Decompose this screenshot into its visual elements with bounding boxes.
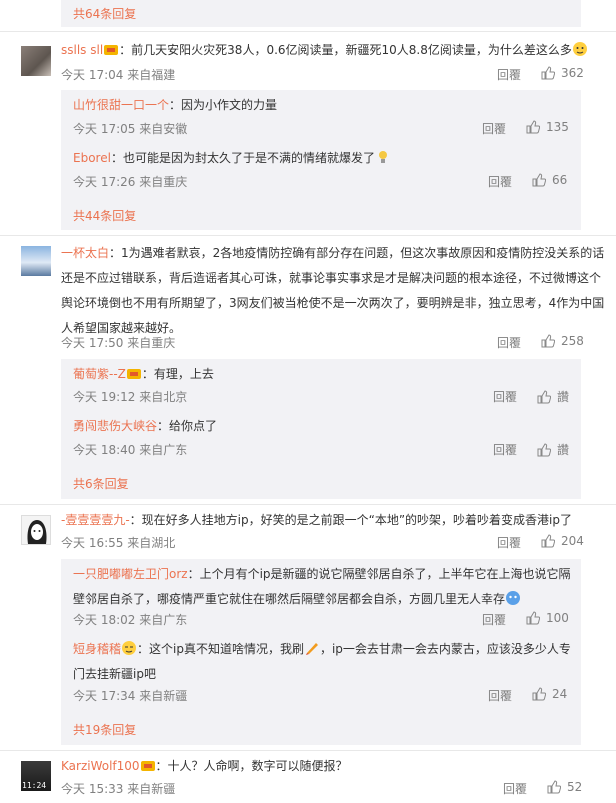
- reply-time: 今天 17:26 来自重庆: [73, 175, 188, 189]
- reply-time: 今天 17:34 来自新疆: [73, 689, 188, 703]
- like-count: 24: [552, 687, 568, 701]
- like-label: 讚: [557, 443, 570, 457]
- avatar[interactable]: [21, 246, 51, 276]
- comment-time: 今天 16:55 来自湖北: [61, 536, 176, 550]
- more-replies-link[interactable]: 共19条回复: [73, 721, 136, 738]
- reply-button[interactable]: 回覆: [497, 334, 521, 351]
- thumb-up-icon: [532, 687, 546, 701]
- like-button[interactable]: 258: [541, 334, 584, 348]
- reply-time: 今天 18:40 来自广东: [73, 443, 188, 457]
- thumb-up-icon: [541, 334, 555, 348]
- thumb-up-icon: [532, 173, 546, 187]
- comment-username[interactable]: -壹壹壹壹九-: [61, 513, 130, 527]
- avatar-timestamp: 11:24: [22, 781, 47, 790]
- reply-username[interactable]: 葡萄紫--Z: [73, 367, 126, 381]
- avatar[interactable]: [21, 515, 51, 545]
- comment-username[interactable]: 一杯太白: [61, 246, 109, 260]
- like-count: 135: [546, 120, 569, 134]
- divider: [0, 31, 616, 32]
- reply-button[interactable]: 回覆: [497, 534, 521, 551]
- comment-time: 今天 17:04 来自福建: [61, 68, 176, 82]
- reply-time: 今天 17:05 来自安徽: [73, 122, 188, 136]
- reply-button[interactable]: 回覆: [482, 611, 506, 628]
- comment-username[interactable]: KarziWolf100: [61, 759, 140, 773]
- comment-username[interactable]: sslls sll: [61, 43, 103, 57]
- reply-box-top: [61, 0, 581, 27]
- emoji-icon: [572, 42, 587, 56]
- like-count: 204: [561, 534, 584, 548]
- reply-time: 今天 19:12 来自北京: [73, 390, 188, 404]
- thumb-up-icon: [547, 780, 561, 794]
- emoji-icon: [305, 643, 318, 655]
- reply-username[interactable]: 勇闯悲伤大峡谷: [73, 419, 157, 433]
- comment-text: sslls sll ：前几天安阳火灾死38人，0.6亿阅读量，新疆死10人8.8亿…: [61, 38, 606, 63]
- like-button[interactable]: 52: [547, 780, 582, 794]
- thumb-up-icon: [537, 389, 551, 403]
- avatar[interactable]: 11:24: [21, 761, 51, 791]
- more-replies-link[interactable]: 共64条回复: [73, 5, 136, 22]
- like-count: 362: [561, 66, 584, 80]
- avatar-drawing: [27, 520, 47, 544]
- emoji-icon: [378, 151, 387, 163]
- thumb-up-icon: [541, 534, 555, 548]
- reply-button[interactable]: 回覆: [493, 441, 517, 458]
- reply-button[interactable]: 回覆: [503, 780, 527, 797]
- thumb-up-icon: [541, 66, 555, 80]
- reply-button[interactable]: 回覆: [488, 173, 512, 190]
- like-button[interactable]: 135: [526, 120, 569, 134]
- like-count: 52: [567, 780, 583, 794]
- like-button[interactable]: 24: [532, 687, 567, 701]
- comment-text: 一杯太白：1为遇难者默哀，2各地疫情防控确有部分存在问题，但这次事故原因和疫情防…: [61, 246, 605, 335]
- reply-button[interactable]: 回覆: [488, 687, 512, 704]
- reply-text: 一只肥嘟嘟左卫门orz：上个月有个ip是新疆的说它隔壁邻居自杀了，上半年它在上海…: [73, 567, 571, 606]
- vip-badge-icon: [104, 45, 119, 55]
- vip-badge-icon: [140, 761, 155, 771]
- comment-time: 今天 17:50 来自重庆: [61, 336, 176, 350]
- more-replies-link[interactable]: 共6条回复: [73, 475, 129, 492]
- reply-text: 山竹很甜一口一个：因为小作文的力量: [73, 98, 278, 112]
- reply-username[interactable]: Eborel: [73, 151, 111, 165]
- reply-username[interactable]: 一只肥嘟嘟左卫门orz: [73, 567, 188, 581]
- emoji-icon: [506, 591, 521, 605]
- reply-text: 葡萄紫--Z ：有理，上去: [73, 367, 214, 381]
- vip-badge-icon: [126, 369, 141, 379]
- comment-time: 今天 15:33 来自新疆: [61, 782, 176, 796]
- avatar[interactable]: [21, 46, 51, 76]
- divider: [0, 235, 616, 236]
- reply-username[interactable]: 山竹很甜一口一个: [73, 98, 169, 112]
- reply-text: Eborel：也可能是因为封太久了于是不满的情绪就爆发了: [73, 146, 573, 171]
- like-count: 66: [552, 173, 568, 187]
- emoji-icon: [122, 641, 137, 655]
- reply-text: 短身稽稽 ：这个ip真不知道啥情况，我刷 ，ip一会去甘肃一会去内蒙古，应该没多少人…: [73, 641, 571, 681]
- thumb-up-icon: [526, 611, 540, 625]
- divider: [0, 504, 616, 505]
- reply-button[interactable]: 回覆: [497, 66, 521, 83]
- comment-text: KarziWolf100 ：十人？人命啊，数字可以随便报？: [61, 759, 348, 773]
- reply-button[interactable]: 回覆: [493, 388, 517, 405]
- thumb-up-icon: [526, 120, 540, 134]
- reply-time: 今天 18:02 来自广东: [73, 613, 188, 627]
- like-label: 讚: [557, 390, 570, 404]
- more-replies-link[interactable]: 共44条回复: [73, 207, 136, 224]
- reply-username[interactable]: 短身稽稽: [73, 642, 121, 656]
- like-button[interactable]: 讚: [537, 441, 569, 458]
- like-button[interactable]: 讚: [537, 388, 569, 405]
- reply-button[interactable]: 回覆: [482, 120, 506, 137]
- like-count: 100: [546, 611, 569, 625]
- like-button[interactable]: 204: [541, 534, 584, 548]
- thumb-up-icon: [537, 442, 551, 456]
- divider: [0, 750, 616, 751]
- like-button[interactable]: 362: [541, 66, 584, 80]
- like-button[interactable]: 66: [532, 173, 567, 187]
- comment-text: -壹壹壹壹九-：现在好多人挂地方ip，好笑的是之前跟一个“本地”的吵架，吵着吵着…: [61, 513, 573, 527]
- reply-text: 勇闯悲伤大峡谷：给你点了: [73, 419, 218, 433]
- like-button[interactable]: 100: [526, 611, 569, 625]
- like-count: 258: [561, 334, 584, 348]
